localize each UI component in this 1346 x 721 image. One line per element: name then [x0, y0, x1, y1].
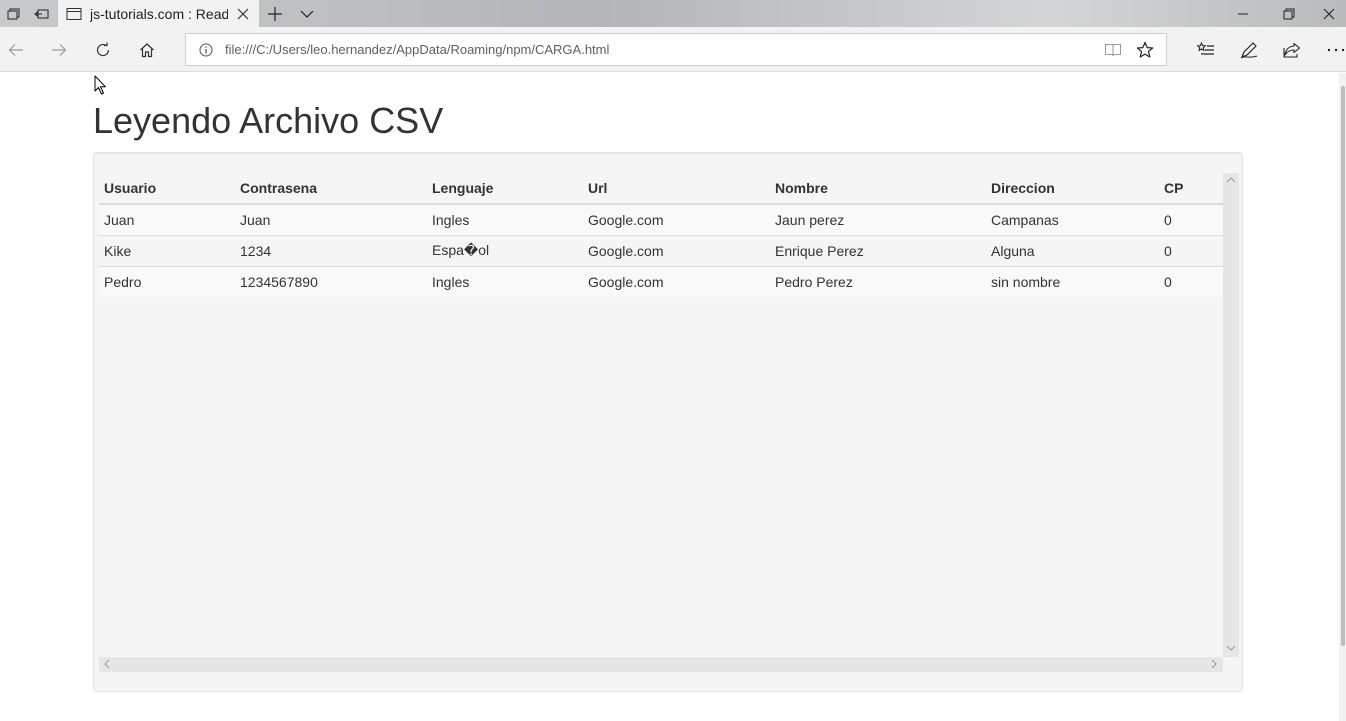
header-contrasena[interactable]: Contrasena [235, 173, 427, 205]
mouse-cursor-icon [94, 75, 106, 95]
star-icon[interactable] [1135, 40, 1155, 60]
header-nombre[interactable]: Nombre [770, 173, 986, 205]
page-scroll-thumb[interactable] [1341, 86, 1345, 646]
close-icon[interactable] [234, 5, 251, 22]
pen-icon[interactable] [1227, 27, 1271, 72]
navigation-bar: file:///C:/Users/leo.hernandez/AppData/R… [0, 27, 1346, 72]
table-cell: Alguna [986, 234, 1159, 266]
table-row: Juan Juan Ingles Google.com Jaun perez C… [99, 203, 1223, 235]
table-cell: 1234 [235, 234, 427, 266]
header-usuario[interactable]: Usuario [99, 173, 235, 205]
table-row: Kike 1234 Espa�ol Google.com Enrique Per… [99, 234, 1223, 266]
table-horizontal-scrollbar[interactable] [99, 657, 1223, 672]
table-cell: Google.com [583, 265, 770, 297]
minimize-icon[interactable] [1220, 0, 1266, 27]
table-cell: Pedro Perez [770, 265, 986, 297]
table-viewport[interactable]: Usuario Contrasena Lenguaje Url Nombre D… [99, 173, 1223, 657]
set-aside-tabs-icon[interactable] [28, 0, 55, 27]
address-bar[interactable]: file:///C:/Users/leo.hernandez/AppData/R… [185, 33, 1167, 66]
address-url[interactable]: file:///C:/Users/leo.hernandez/AppData/R… [225, 42, 609, 57]
scroll-down-icon[interactable] [1224, 641, 1238, 655]
info-icon[interactable] [198, 42, 214, 58]
table-cell: sin nombre [986, 265, 1159, 297]
table-cell: 1234567890 [235, 265, 427, 297]
table-cell: Google.com [583, 203, 770, 235]
favorites-list-icon[interactable] [1184, 27, 1228, 72]
csv-table: Usuario Contrasena Lenguaje Url Nombre D… [99, 173, 1223, 297]
table-cell: Ingles [427, 203, 583, 235]
page-title: Leyendo Archivo CSV [93, 100, 444, 141]
restore-icon[interactable] [1266, 0, 1312, 27]
table-row: Pedro 1234567890 Ingles Google.com Pedro… [99, 265, 1223, 297]
header-direccion[interactable]: Direccion [986, 173, 1159, 205]
table-cell: Pedro [99, 265, 235, 297]
title-bar: js-tutorials.com : Readir [0, 0, 1346, 27]
table-container: Usuario Contrasena Lenguaje Url Nombre D… [93, 152, 1243, 692]
scroll-right-icon[interactable] [1207, 657, 1221, 671]
table-cell: Ingles [427, 265, 583, 297]
header-lenguaje[interactable]: Lenguaje [427, 173, 583, 205]
page-icon [66, 7, 82, 20]
reading-view-icon[interactable] [1103, 40, 1123, 60]
more-icon[interactable] [1314, 27, 1346, 72]
table-cell: Espa�ol [427, 234, 583, 266]
table-cell: Juan [235, 203, 427, 235]
table-cell: Campanas [986, 203, 1159, 235]
home-icon[interactable] [125, 27, 169, 72]
chevron-down-icon[interactable] [294, 0, 320, 27]
page-vertical-scrollbar[interactable] [1339, 73, 1346, 721]
share-icon[interactable] [1270, 27, 1314, 72]
table-cell: Enrique Perez [770, 234, 986, 266]
table-vertical-scrollbar[interactable] [1223, 173, 1239, 657]
close-icon[interactable] [1312, 0, 1346, 27]
forward-arrow-icon[interactable] [37, 27, 81, 72]
refresh-icon[interactable] [81, 27, 125, 72]
table-cell: 0 [1159, 265, 1223, 297]
plus-icon[interactable] [262, 0, 288, 27]
tab-manager-icon[interactable] [0, 0, 27, 27]
table-cell: 0 [1159, 234, 1223, 266]
header-cp[interactable]: CP [1159, 173, 1223, 205]
table-header-row: Usuario Contrasena Lenguaje Url Nombre D… [99, 173, 1223, 205]
table-cell: Kike [99, 234, 235, 266]
table-cell: 0 [1159, 203, 1223, 235]
back-arrow-icon[interactable] [0, 27, 38, 72]
scroll-up-icon[interactable] [1224, 173, 1238, 187]
scroll-left-icon[interactable] [100, 657, 114, 671]
table-cell: Juan [99, 203, 235, 235]
tab-title: js-tutorials.com : Readir [90, 5, 228, 22]
tab-active[interactable]: js-tutorials.com : Readir [58, 0, 259, 27]
table-cell: Jaun perez [770, 203, 986, 235]
table-cell: Google.com [583, 234, 770, 266]
header-url[interactable]: Url [583, 173, 770, 205]
